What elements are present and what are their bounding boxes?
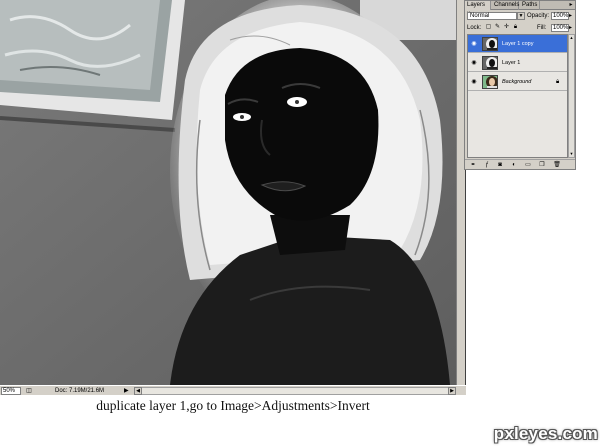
layer-row-layer-1-copy[interactable]: ◉ Layer 1 copy [468, 35, 567, 53]
lock-transparent-pixels-icon[interactable]: ▢ [485, 24, 492, 31]
photoshop-screenshot: 50% ◫ Doc: 7.19M/21.6M ▶ ◀ ▶ Layers × Ch… [0, 0, 600, 448]
layer-mask-icon[interactable]: ◙ [496, 161, 504, 169]
eye-icon[interactable]: ◉ [470, 40, 478, 48]
status-menu-arrow-icon[interactable]: ▶ [124, 387, 130, 395]
status-info-icon[interactable]: ◫ [24, 387, 34, 395]
lock-position-icon[interactable]: ✛ [503, 24, 510, 31]
opacity-field[interactable]: 100% [551, 12, 569, 20]
inverted-portrait-image [0, 0, 456, 385]
fill-slider-arrow-icon[interactable]: ▸ [569, 24, 575, 32]
layer-style-icon[interactable]: ƒ [483, 161, 491, 169]
layer-list: ◉ Layer 1 copy ◉ Layer 1 ◉ Background 🔒︎ [467, 34, 568, 158]
site-watermark: pxleyes.com [493, 424, 598, 443]
layer-name: Background [502, 79, 532, 85]
new-group-icon[interactable]: ▭ [524, 161, 532, 169]
layer-row-layer-1[interactable]: ◉ Layer 1 [468, 54, 567, 72]
document-canvas[interactable] [0, 0, 456, 385]
link-layers-icon[interactable]: ⚭ [469, 161, 477, 169]
fill-label: Fill: [537, 25, 547, 31]
lock-image-pixels-icon[interactable]: ✎ [494, 24, 501, 31]
layer-row-background[interactable]: ◉ Background 🔒︎ [468, 73, 567, 91]
layers-panel-footer: ⚭ ƒ ◙ ◐ ▭ ❐ 🗑︎ [465, 159, 575, 169]
fill-field[interactable]: 100% [551, 24, 569, 32]
layer-thumbnail [482, 56, 498, 70]
lock-all-icon[interactable]: 🔒︎ [512, 24, 519, 31]
new-layer-icon[interactable]: ❐ [538, 161, 546, 169]
eye-icon[interactable]: ◉ [470, 59, 478, 67]
tab-channels[interactable]: Channels [492, 1, 519, 10]
layer-name: Layer 1 [502, 60, 521, 66]
zoom-level-field[interactable]: 50% [1, 387, 21, 395]
opacity-label: Opacity: [527, 13, 550, 19]
scroll-left-arrow-icon[interactable]: ◀ [134, 387, 142, 395]
panel-menu-arrow-icon[interactable]: ▸ [567, 1, 575, 10]
layer-thumbnail [482, 75, 498, 89]
adjustment-layer-icon[interactable]: ◐ [510, 161, 518, 169]
panel-tab-bar: Layers × Channels Paths ▸ [465, 1, 575, 17]
horizontal-scrollbar[interactable] [134, 387, 456, 395]
lock-label: Lock: [467, 25, 482, 31]
delete-layer-icon[interactable]: 🗑︎ [553, 161, 561, 169]
layer-name: Layer 1 copy [502, 41, 534, 47]
tab-layers[interactable]: Layers × [465, 1, 491, 17]
layer-thumbnail [482, 37, 498, 51]
chevron-down-icon[interactable]: ▼ [517, 12, 525, 20]
tutorial-caption: duplicate layer 1,go to Image>Adjustment… [96, 398, 370, 413]
opacity-slider-arrow-icon[interactable]: ▸ [569, 12, 575, 20]
blend-mode-select[interactable]: Normal [467, 12, 517, 20]
layers-panel: Layers × Channels Paths ▸ Normal ▼ Opaci… [464, 0, 576, 170]
layer-list-scrollbar[interactable]: ▲ ▼ [568, 34, 575, 158]
document-size-readout: Doc: 7.19M/21.6M [55, 388, 105, 394]
eye-icon[interactable]: ◉ [470, 78, 478, 86]
scroll-down-arrow-icon[interactable]: ▼ [569, 151, 574, 157]
lock-icon: 🔒︎ [556, 79, 560, 85]
tab-paths[interactable]: Paths [520, 1, 540, 10]
scroll-up-arrow-icon[interactable]: ▲ [569, 35, 574, 41]
status-bar: 50% ◫ Doc: 7.19M/21.6M ▶ ◀ ▶ [0, 385, 466, 395]
scroll-right-arrow-icon[interactable]: ▶ [448, 387, 456, 395]
